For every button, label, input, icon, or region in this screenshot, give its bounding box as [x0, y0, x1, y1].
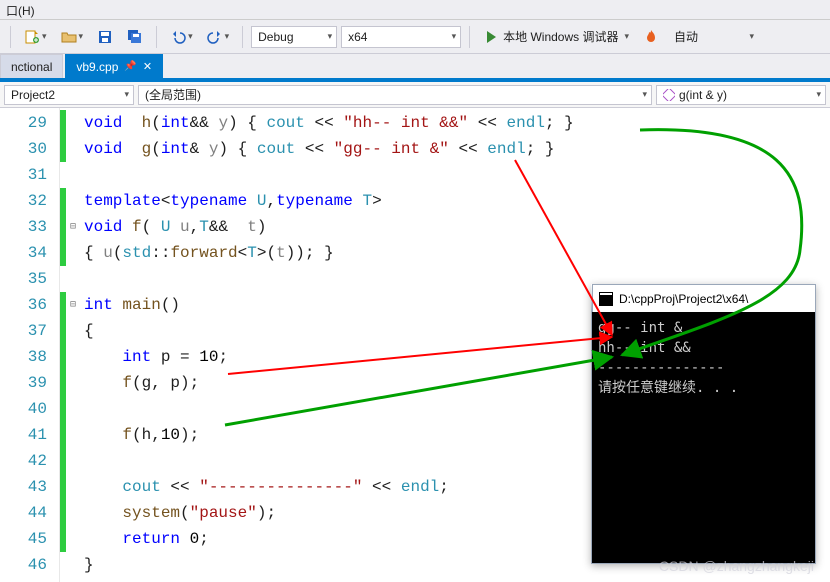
open-folder-icon [61, 29, 77, 45]
tab-label: nctional [11, 60, 52, 74]
tab-background[interactable]: nctional [0, 54, 63, 78]
tab-active[interactable]: vb9.cpp 📌 ✕ [65, 54, 163, 78]
start-debug-button[interactable]: 本地 Windows 调试器 [478, 26, 634, 48]
project-scope-select[interactable]: Project2 [4, 85, 134, 105]
console-icon [599, 292, 613, 306]
main-toolbar: Debug x64 本地 Windows 调试器 自动 [0, 20, 830, 54]
save-all-button[interactable] [122, 26, 148, 48]
new-file-icon [24, 29, 40, 45]
toolbar-separator [156, 26, 157, 48]
file-scope-label: (全局范围) [145, 86, 201, 103]
line-number-gutter: 29303132 33343536 37383940 41424344 4546 [0, 108, 60, 582]
nav-scope-bar: Project2 (全局范围) g(int & y) [0, 82, 830, 108]
fold-column[interactable]: ⊟⊟ [66, 108, 80, 582]
save-icon [97, 29, 113, 45]
config-select[interactable]: Debug [251, 26, 337, 48]
menu-bar-fragment[interactable]: 口(H) [0, 0, 830, 20]
open-item-button[interactable] [56, 26, 89, 48]
play-icon [483, 29, 499, 45]
redo-icon [207, 29, 223, 45]
redo-button[interactable] [202, 26, 235, 48]
member-scope-select[interactable]: g(int & y) [656, 85, 826, 105]
console-title: D:\cppProj\Project2\x64\ [619, 292, 748, 306]
undo-button[interactable] [165, 26, 198, 48]
pin-icon[interactable]: 📌 [124, 61, 136, 72]
save-all-icon [127, 29, 143, 45]
member-scope-label: g(int & y) [679, 88, 727, 102]
auto-select[interactable]: 自动 [668, 26, 758, 48]
file-scope-select[interactable]: (全局范围) [138, 85, 652, 105]
hot-reload-button[interactable] [638, 26, 664, 48]
tab-label: vb9.cpp [76, 60, 118, 74]
flame-icon [643, 29, 659, 45]
toolbar-separator [469, 26, 470, 48]
console-titlebar[interactable]: D:\cppProj\Project2\x64\ [592, 284, 816, 312]
method-icon [663, 89, 675, 101]
platform-select[interactable]: x64 [341, 26, 461, 48]
save-button[interactable] [92, 26, 118, 48]
toolbar-separator [242, 26, 243, 48]
start-debug-label: 本地 Windows 调试器 [503, 28, 618, 45]
console-output: gg-- int & hh-- int && --------------- 请… [592, 312, 815, 404]
close-icon[interactable]: ✕ [143, 60, 152, 73]
new-item-button[interactable] [19, 26, 52, 48]
undo-icon [170, 29, 186, 45]
console-window[interactable]: D:\cppProj\Project2\x64\ gg-- int & hh--… [591, 284, 816, 564]
editor-tabstrip: nctional vb9.cpp 📌 ✕ [0, 54, 830, 82]
project-scope-label: Project2 [11, 88, 55, 102]
toolbar-separator [10, 26, 11, 48]
